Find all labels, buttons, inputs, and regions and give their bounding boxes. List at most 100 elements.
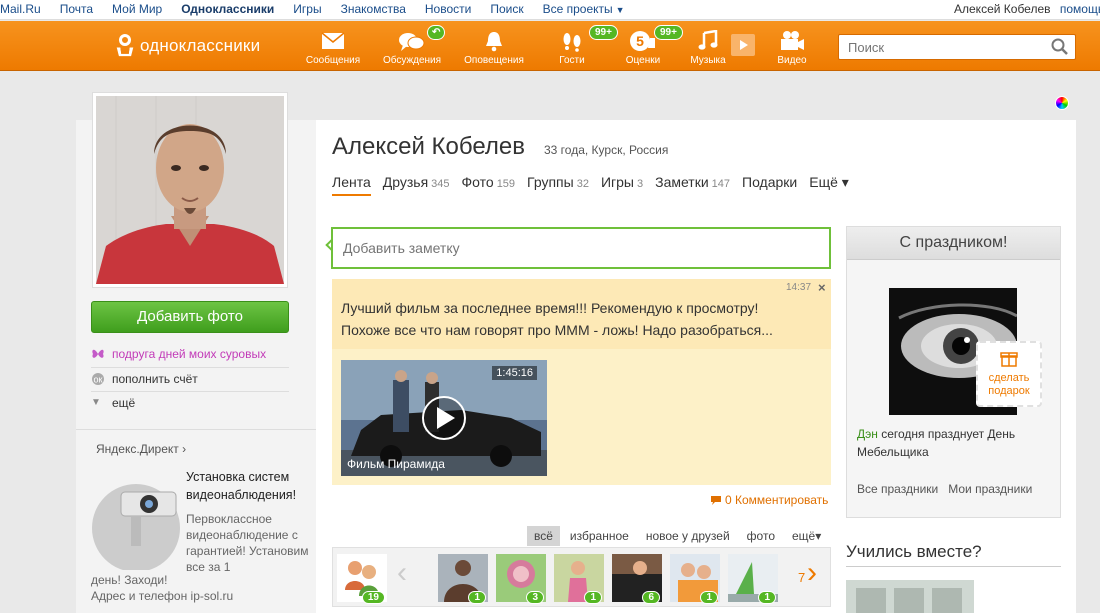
portal-link-myworld[interactable]: Мой Мир (112, 2, 162, 16)
strip-badge: 6 (642, 591, 660, 604)
post-text: Лучший фильм за последнее время!!! Реком… (341, 297, 821, 341)
portal-link-mailru[interactable]: Mail.Ru (0, 2, 41, 16)
ad-title[interactable]: Установка систем видеонаблюдения! (186, 468, 311, 504)
make-gift-label: сделать подарок (988, 372, 1030, 397)
triangle-down-icon: ▼ (91, 397, 101, 408)
nav-video[interactable]: Видео (757, 29, 827, 66)
svg-text:ок: ок (94, 375, 103, 385)
all-holidays-link[interactable]: Все праздники (857, 482, 938, 496)
caret-down-icon: ▼ (615, 5, 625, 15)
nav-ratings-label: Оценки (625, 55, 661, 66)
tab-friends[interactable]: Друзья 345 (383, 174, 450, 196)
yandex-direct-label[interactable]: Яндекс.Директ › (96, 442, 186, 456)
filter-all[interactable]: всё (527, 526, 560, 546)
holiday-text: Дэн сегодня празднует День Мебельщика (857, 425, 1057, 461)
school-photo[interactable] (846, 580, 974, 613)
avatar-photo (96, 96, 284, 284)
comment-link[interactable]: 0 Комментировать (710, 493, 828, 507)
video-player[interactable]: 1:45:16 Фильм Пирамида (341, 360, 547, 476)
tab-label: Заметки (655, 174, 709, 190)
tab-photos[interactable]: Фото 159 (462, 174, 516, 196)
portal-links: Mail.Ru Почта Мой Мир Одноклассники Игры… (0, 2, 663, 16)
ad-contact-line: Адрес и телефон ip-sol.ru (91, 589, 234, 603)
tab-gifts[interactable]: Подарки (742, 174, 797, 196)
logo-text: одноклассники (140, 36, 261, 55)
nav-ratings[interactable]: 5 Оценки 99+ (608, 25, 683, 66)
avatar[interactable] (92, 92, 288, 288)
nav-video-label: Видео (777, 55, 807, 66)
add-photo-button[interactable]: Добавить фото (91, 301, 289, 333)
play-icon (740, 40, 748, 50)
nav-discussions-label: Обсуждения (382, 55, 442, 66)
comment-label: 0 Комментировать (725, 493, 829, 507)
bell-icon (459, 29, 529, 53)
tab-label: Лента (332, 174, 371, 190)
filter-friends-news[interactable]: новое у друзей (639, 526, 737, 546)
friend-thumb[interactable]: 6 (612, 554, 662, 604)
portal-link-dating[interactable]: Знакомства (341, 2, 406, 16)
strip-badge: 1 (584, 591, 602, 604)
help-link[interactable]: помощь (1060, 2, 1100, 16)
tab-label: Фото (461, 174, 494, 190)
friend-thumb[interactable]: 1 (728, 554, 778, 604)
tab-notes[interactable]: Заметки 147 (655, 174, 730, 196)
sidebar-link-status-label: подруга дней моих суровых (112, 347, 267, 361)
tab-more[interactable]: Ещё ▾ (809, 174, 849, 196)
friend-thumb[interactable]: 1 (670, 554, 720, 604)
strip-badge: 19 (361, 591, 385, 604)
portal-bar: Mail.Ru Почта Мой Мир Одноклассники Игры… (0, 0, 1100, 20)
search-icon[interactable] (1051, 38, 1069, 59)
add-note-input[interactable] (333, 229, 813, 267)
ad-camera-image[interactable] (91, 470, 181, 572)
my-holidays-link[interactable]: Мои праздники (948, 482, 1032, 496)
divider (76, 429, 316, 430)
portal-link-all-projects[interactable]: Все проекты ▼ (543, 2, 644, 16)
logo[interactable]: одноклассники (116, 34, 260, 58)
tab-count: 3 (636, 178, 644, 190)
holiday-description: сегодня празднует День Мебельщика (857, 427, 1016, 459)
color-theme-icon[interactable] (1055, 96, 1069, 110)
nav-messages-label: Сообщения (305, 55, 361, 66)
ad-description-line: день! Заходи! (91, 573, 168, 587)
tab-count: 159 (496, 178, 516, 190)
nav-guests-label: Гости (559, 55, 585, 66)
holiday-person[interactable]: Дэн (857, 427, 878, 441)
nav-notifications[interactable]: Оповещения (459, 29, 529, 66)
profile-name: Алексей Кобелев (332, 133, 526, 160)
tab-feed[interactable]: Лента (332, 174, 371, 196)
sidebar-link-status[interactable]: подруга дней моих суровых (91, 347, 266, 361)
friend-thumb[interactable]: 1 (438, 554, 488, 604)
friend-thumb[interactable]: 1 (554, 554, 604, 604)
strip-badge: 1 (758, 591, 776, 604)
nav-guests[interactable]: Гости 99+ (537, 25, 618, 66)
all-projects-label: Все проекты (542, 2, 613, 16)
nav-music-label: Музыка (690, 55, 726, 66)
tab-count: 32 (576, 178, 589, 190)
music-play-button[interactable] (731, 34, 755, 56)
filter-photos[interactable]: фото (740, 526, 782, 546)
friend-thumb[interactable]: 3 (496, 554, 546, 604)
close-icon[interactable]: × (818, 280, 826, 295)
portal-link-news[interactable]: Новости (425, 2, 471, 16)
make-gift-button[interactable]: сделать подарок (976, 341, 1042, 407)
sidebar-link-topup[interactable]: ок пополнить счёт (91, 372, 198, 386)
chevron-right-icon[interactable]: › (807, 556, 817, 590)
portal-link-ok[interactable]: Одноклассники (181, 2, 274, 16)
nav-discussions[interactable]: Обсуждения ↶ (377, 25, 447, 66)
user-name[interactable]: Алексей Кобелев (954, 2, 1051, 16)
tab-groups[interactable]: Группы 32 (527, 174, 589, 196)
strip-more-count: 7 (798, 570, 806, 585)
search-box (838, 34, 1076, 60)
portal-link-games[interactable]: Игры (293, 2, 321, 16)
tab-games[interactable]: Игры 3 (601, 174, 643, 196)
main-nav: одноклассники Сообщения Обсуждения ↶ Опо… (0, 21, 1100, 71)
nav-messages[interactable]: Сообщения (298, 29, 368, 66)
friends-group-thumb[interactable]: 19 (337, 554, 387, 604)
portal-link-search[interactable]: Поиск (490, 2, 523, 16)
chevron-left-icon[interactable]: ‹ (397, 556, 407, 590)
filter-favorites[interactable]: избранное (563, 526, 636, 546)
portal-link-mail[interactable]: Почта (60, 2, 93, 16)
sidebar-link-more[interactable]: ▼ ещё (91, 396, 135, 410)
filter-more[interactable]: ещё▾ (785, 526, 828, 546)
search-input[interactable] (839, 35, 1039, 60)
